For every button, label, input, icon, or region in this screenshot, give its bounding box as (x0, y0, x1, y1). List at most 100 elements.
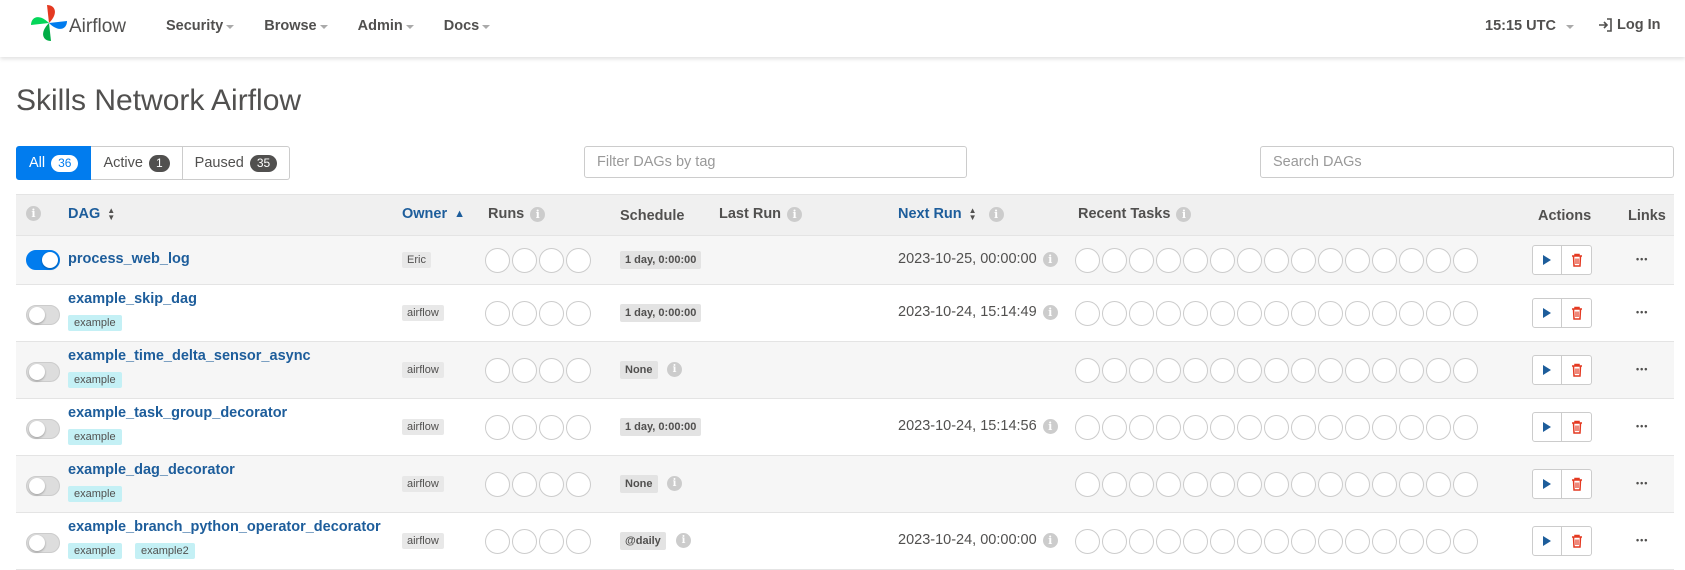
task-status-circle[interactable] (1156, 529, 1181, 554)
task-status-circle[interactable] (1318, 472, 1343, 497)
dag-tag[interactable]: example (68, 372, 122, 388)
pause-toggle[interactable] (26, 533, 60, 553)
task-status-circle[interactable] (1102, 248, 1127, 273)
task-status-circle[interactable] (1075, 301, 1100, 326)
menu-security[interactable]: Security (166, 18, 235, 34)
task-status-circle[interactable] (1129, 248, 1154, 273)
pause-toggle[interactable] (26, 362, 60, 382)
run-status-circle[interactable] (539, 248, 564, 273)
info-icon[interactable]: i (1042, 418, 1058, 434)
task-status-circle[interactable] (1075, 415, 1100, 440)
task-status-circle[interactable] (1237, 529, 1262, 554)
run-status-circle[interactable] (512, 529, 537, 554)
run-status-circle[interactable] (539, 301, 564, 326)
ellipsis-icon[interactable]: ••• (1636, 364, 1648, 374)
task-status-circle[interactable] (1426, 415, 1451, 440)
task-status-circle[interactable] (1345, 301, 1370, 326)
task-status-circle[interactable] (1264, 248, 1289, 273)
owner-badge[interactable]: airflow (402, 362, 444, 378)
task-status-circle[interactable] (1237, 248, 1262, 273)
task-status-circle[interactable] (1399, 415, 1424, 440)
task-status-circle[interactable] (1156, 358, 1181, 383)
trigger-dag-button[interactable] (1532, 298, 1562, 328)
dag-link[interactable]: example_task_group_decorator (68, 405, 287, 421)
task-status-circle[interactable] (1426, 358, 1451, 383)
task-status-circle[interactable] (1345, 415, 1370, 440)
owner-badge[interactable]: airflow (402, 533, 444, 549)
task-status-circle[interactable] (1183, 301, 1208, 326)
run-status-circle[interactable] (539, 529, 564, 554)
info-icon[interactable]: i (530, 206, 546, 222)
task-status-circle[interactable] (1183, 529, 1208, 554)
task-status-circle[interactable] (1210, 358, 1235, 383)
task-status-circle[interactable] (1318, 415, 1343, 440)
task-status-circle[interactable] (1426, 248, 1451, 273)
task-status-circle[interactable] (1318, 529, 1343, 554)
run-status-circle[interactable] (485, 415, 510, 440)
owner-badge[interactable]: Eric (402, 252, 431, 268)
header-dag[interactable]: DAG ▲ ▼ (68, 206, 115, 222)
trigger-dag-button[interactable] (1532, 355, 1562, 385)
info-icon[interactable]: i (667, 362, 682, 377)
task-status-circle[interactable] (1264, 529, 1289, 554)
task-status-circle[interactable] (1156, 301, 1181, 326)
header-info[interactable]: i (26, 206, 41, 221)
filter-paused-button[interactable]: Paused 35 (182, 146, 291, 180)
task-status-circle[interactable] (1291, 529, 1316, 554)
pause-toggle[interactable] (26, 250, 60, 270)
info-icon[interactable]: i (1042, 304, 1058, 320)
info-icon[interactable]: i (1042, 251, 1058, 267)
run-status-circle[interactable] (539, 472, 564, 497)
task-status-circle[interactable] (1156, 415, 1181, 440)
task-status-circle[interactable] (1075, 472, 1100, 497)
task-status-circle[interactable] (1102, 529, 1127, 554)
pause-toggle[interactable] (26, 305, 60, 325)
dag-tag[interactable]: example2 (135, 543, 195, 559)
task-status-circle[interactable] (1264, 415, 1289, 440)
task-status-circle[interactable] (1129, 358, 1154, 383)
task-status-circle[interactable] (1102, 301, 1127, 326)
run-status-circle[interactable] (485, 301, 510, 326)
run-status-circle[interactable] (485, 472, 510, 497)
task-status-circle[interactable] (1318, 358, 1343, 383)
run-status-circle[interactable] (566, 529, 591, 554)
run-status-circle[interactable] (539, 415, 564, 440)
task-status-circle[interactable] (1210, 248, 1235, 273)
task-status-circle[interactable] (1345, 358, 1370, 383)
delete-dag-button[interactable] (1562, 469, 1592, 499)
task-status-circle[interactable] (1237, 472, 1262, 497)
delete-dag-button[interactable] (1562, 412, 1592, 442)
task-status-circle[interactable] (1453, 248, 1478, 273)
header-owner[interactable]: Owner ▲ (402, 206, 465, 222)
dag-link[interactable]: example_dag_decorator (68, 462, 235, 478)
menu-docs[interactable]: Docs (444, 18, 491, 34)
task-status-circle[interactable] (1453, 529, 1478, 554)
ellipsis-icon[interactable]: ••• (1636, 307, 1648, 317)
run-status-circle[interactable] (539, 358, 564, 383)
ellipsis-icon[interactable]: ••• (1636, 478, 1648, 488)
task-status-circle[interactable] (1129, 415, 1154, 440)
search-dags-input[interactable]: Search DAGs (1260, 146, 1674, 178)
task-status-circle[interactable] (1372, 248, 1397, 273)
task-status-circle[interactable] (1426, 301, 1451, 326)
info-icon[interactable]: i (988, 206, 1004, 222)
ellipsis-icon[interactable]: ••• (1636, 421, 1648, 431)
run-status-circle[interactable] (566, 358, 591, 383)
run-status-circle[interactable] (512, 472, 537, 497)
task-status-circle[interactable] (1183, 358, 1208, 383)
task-status-circle[interactable] (1210, 529, 1235, 554)
pause-toggle[interactable] (26, 476, 60, 496)
task-status-circle[interactable] (1183, 248, 1208, 273)
task-status-circle[interactable] (1156, 248, 1181, 273)
run-status-circle[interactable] (566, 415, 591, 440)
task-status-circle[interactable] (1399, 301, 1424, 326)
filter-all-button[interactable]: All 36 (16, 146, 92, 180)
task-status-circle[interactable] (1210, 301, 1235, 326)
task-status-circle[interactable] (1399, 529, 1424, 554)
task-status-circle[interactable] (1075, 529, 1100, 554)
run-status-circle[interactable] (512, 301, 537, 326)
task-status-circle[interactable] (1291, 415, 1316, 440)
delete-dag-button[interactable] (1562, 526, 1592, 556)
task-status-circle[interactable] (1237, 358, 1262, 383)
info-icon[interactable]: i (1176, 206, 1192, 222)
